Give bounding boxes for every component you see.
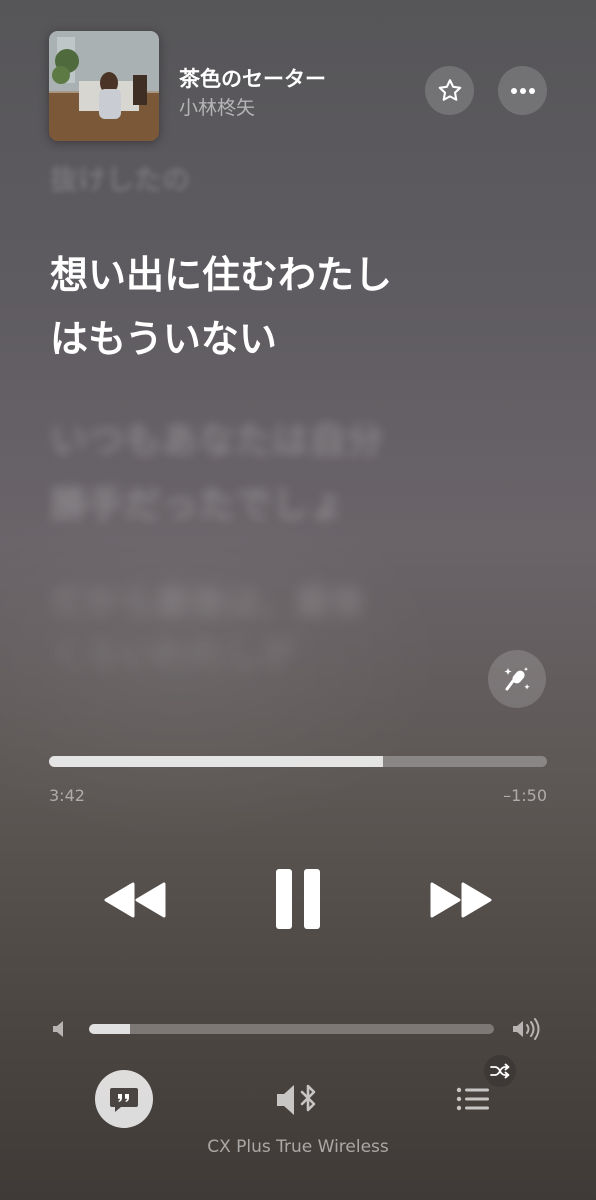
artist-name[interactable]: 小林柊矢: [179, 93, 255, 120]
bluetooth-speaker-icon: [277, 1084, 316, 1115]
playback-scrubber[interactable]: [49, 756, 547, 767]
favorite-button[interactable]: [425, 66, 474, 115]
pause-button[interactable]: [266, 866, 330, 932]
song-title: 茶色のセーター: [179, 67, 326, 91]
playback-progress-fill: [49, 756, 383, 767]
lyrics-button[interactable]: [95, 1070, 153, 1128]
rewind-icon: [104, 882, 166, 918]
quote-bubble-icon: [110, 1088, 138, 1112]
lyric-line-upcoming[interactable]: だから最後は、最後: [50, 586, 365, 621]
volume-level-fill: [89, 1024, 130, 1034]
speaker-low-icon: [50, 1018, 70, 1044]
fast-forward-button[interactable]: [426, 878, 496, 922]
more-button[interactable]: [498, 66, 547, 115]
remaining-time: –1:50: [503, 786, 547, 805]
lyric-line-active[interactable]: 想い出に住むわたし: [50, 256, 392, 294]
volume-slider[interactable]: [89, 1024, 494, 1034]
fast-forward-icon: [430, 882, 492, 918]
output-device-label[interactable]: CX Plus True Wireless: [0, 1137, 596, 1157]
lyric-line-upcoming[interactable]: くらいわたしが: [50, 638, 295, 673]
speaker-high-icon: [511, 1017, 545, 1045]
shuffle-icon: [490, 1063, 510, 1079]
lyric-line-upcoming[interactable]: 勝手だったでしょ: [50, 486, 346, 523]
microphone-sparkle-icon: [504, 667, 530, 691]
lyric-line-previous[interactable]: 抜けしたの: [50, 166, 190, 194]
album-artwork[interactable]: [49, 31, 159, 141]
rewind-button[interactable]: [100, 878, 170, 922]
sing-button[interactable]: [488, 650, 546, 708]
lyric-line-upcoming[interactable]: いつもあなたは自分: [50, 422, 383, 459]
pause-icon: [276, 869, 320, 929]
shuffle-indicator: [484, 1055, 516, 1087]
elapsed-time: 3:42: [49, 786, 85, 805]
star-icon: [438, 78, 461, 101]
lyric-line-active[interactable]: はもういない: [50, 320, 277, 358]
ellipsis-icon: [510, 87, 535, 94]
audio-output-button[interactable]: [274, 1078, 324, 1122]
